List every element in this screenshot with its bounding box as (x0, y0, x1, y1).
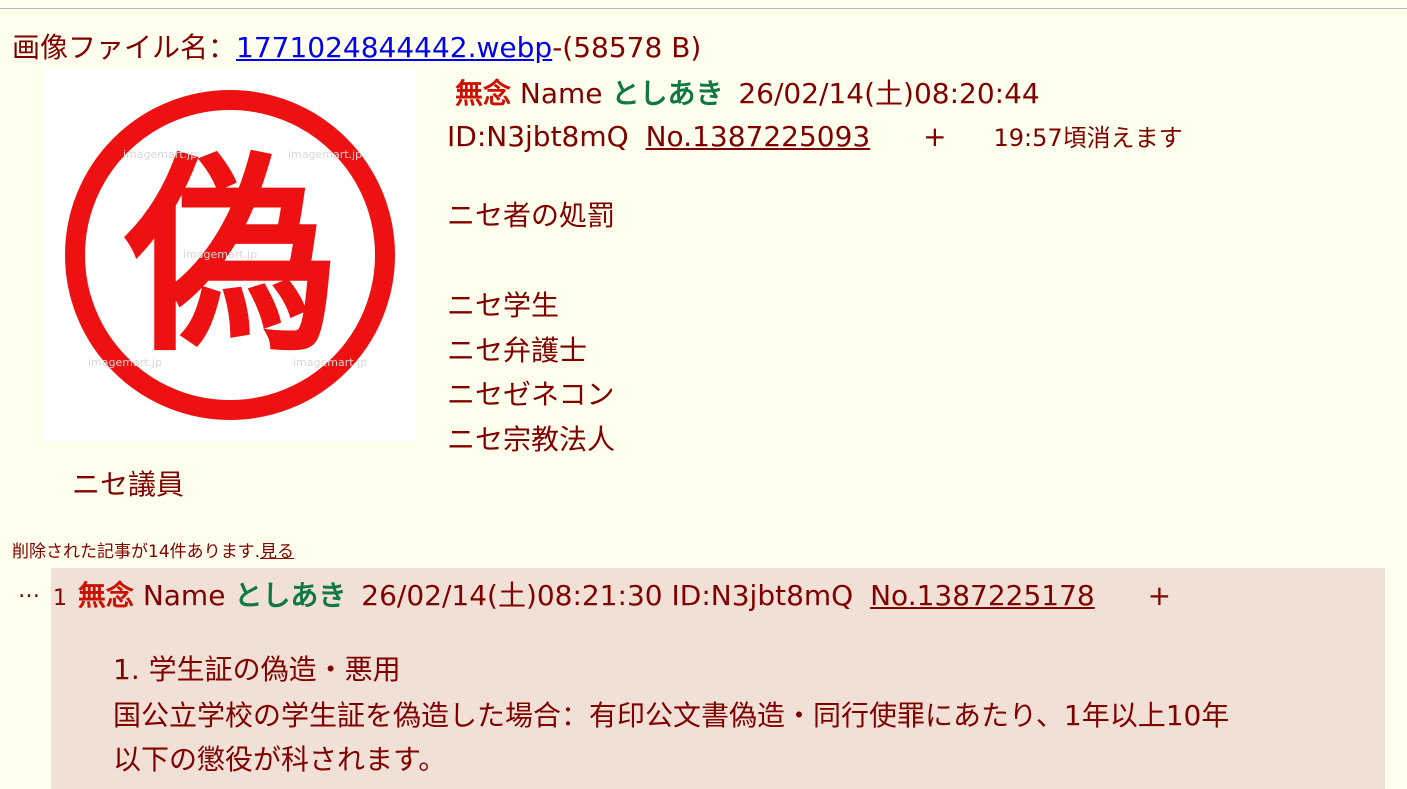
op-body-line: ニセゼネコン (447, 378, 615, 411)
watermark: imagemart.jp (293, 356, 367, 369)
reply-date: 26/02/14(土)08:21:30 (361, 579, 663, 612)
watermark: imagemart.jp (88, 356, 162, 369)
file-link[interactable]: 1771024844442.webp (236, 31, 552, 64)
op-body-line: ニセ宗教法人 (447, 423, 616, 456)
reply-body-line: 以下の懲役が科されます。 (113, 743, 447, 776)
reply-header: 1 無念 Name としあき 26/02/14(土)08:21:30 ID:N3… (53, 574, 1171, 614)
post-thumbnail[interactable]: 偽 imagemart.jp imagemart.jp imagemart.jp… (43, 68, 416, 441)
reply-ellipsis: … (18, 578, 40, 603)
op-header-line2: ID:N3jbt8mQ No.1387225093 + 19:57頃消えます (447, 118, 1183, 153)
top-divider (0, 8, 1407, 9)
op-header-line1: 無念 Name としあき 26/02/14(土)08:20:44 (455, 72, 1040, 112)
op-body-line: ニセ学生 (447, 289, 560, 322)
show-deleted-link[interactable]: 見る (260, 542, 294, 562)
reply-id: ID:N3jbt8mQ (671, 579, 854, 612)
reply-prefix: … (18, 578, 40, 603)
reply-post: 1 無念 Name としあき 26/02/14(土)08:21:30 ID:N3… (51, 568, 1385, 789)
file-label: 画像ファイル名： (12, 31, 237, 64)
op-date: 26/02/14(土)08:20:44 (738, 77, 1040, 110)
op-body-line: ニセ議員 (72, 468, 185, 501)
watermark: imagemart.jp (123, 148, 197, 161)
reply-body-line: 国公立学校の学生証を偽造した場合：有印公文書偽造・同行使罪にあたり、1年以上10… (113, 699, 1230, 732)
watermark: imagemart.jp (288, 148, 362, 161)
fake-stamp-image: 偽 imagemart.jp imagemart.jp imagemart.jp… (65, 90, 395, 420)
reply-post-number[interactable]: No.1387225178 (870, 579, 1095, 612)
op-name: としあき (611, 77, 724, 110)
op-subject: 無念 (455, 77, 512, 110)
deleted-text: 削除された記事が14件あります. (12, 542, 261, 562)
op-id: ID:N3jbt8mQ (447, 120, 629, 153)
reply-body-line: 1. 学生証の偽造・悪用 (113, 653, 401, 686)
reply-name-label: Name (142, 579, 226, 612)
op-expire-time: 19:57頃消えます (993, 124, 1183, 152)
deleted-posts-note: 削除された記事が14件あります.見る (12, 537, 294, 562)
op-body-line: ニセ者の処罰 (447, 199, 616, 232)
op-name-label: Name (519, 77, 603, 110)
reply-plus-button[interactable]: + (1148, 579, 1171, 612)
op-body-line: ニセ弁護士 (447, 334, 588, 367)
reply-name: としあき (234, 579, 347, 612)
op-plus-button[interactable]: + (923, 120, 946, 153)
file-size: -(58578 B) (552, 31, 702, 64)
op-post-number[interactable]: No.1387225093 (646, 120, 871, 153)
reply-subject: 無念 (77, 579, 134, 612)
file-info: 画像ファイル名：1771024844442.webp-(58578 B) (12, 26, 701, 66)
reply-index: 1 (53, 586, 67, 611)
watermark: imagemart.jp (183, 248, 257, 261)
